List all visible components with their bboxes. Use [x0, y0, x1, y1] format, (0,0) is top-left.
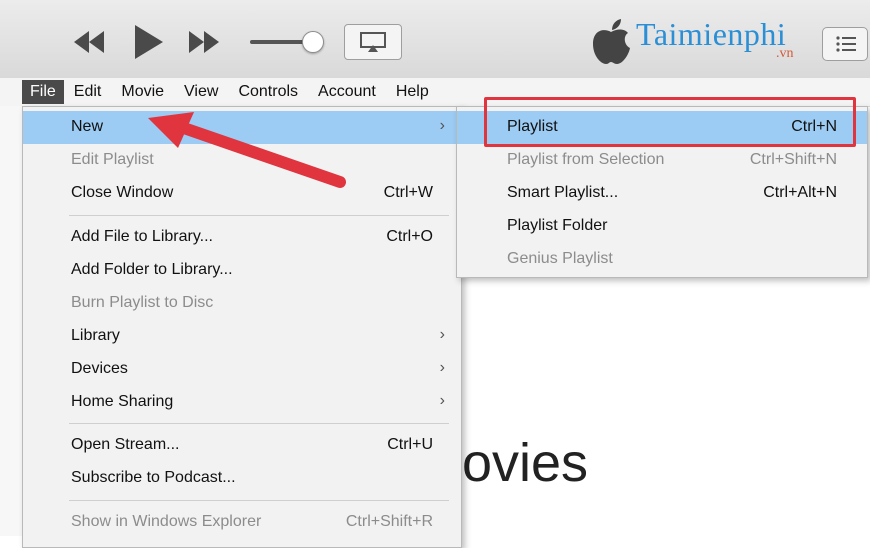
- menu-item-label: Open Stream...: [71, 436, 180, 453]
- menu-item-label: Playlist from Selection: [507, 151, 665, 168]
- list-view-icon[interactable]: [822, 27, 868, 61]
- play-icon[interactable]: [130, 24, 166, 60]
- menu-help[interactable]: Help: [386, 80, 439, 104]
- chevron-right-icon: ›: [439, 359, 445, 376]
- menu-item-shortcut: Ctrl+Alt+N: [763, 184, 837, 201]
- menu-item-devices[interactable]: Devices ›: [23, 353, 461, 386]
- submenu-item-genius-playlist: Genius Playlist: [457, 243, 867, 276]
- menu-item-label: Add Folder to Library...: [71, 261, 233, 278]
- submenu-item-playlist-from-selection: Playlist from Selection Ctrl+Shift+N: [457, 144, 867, 177]
- annotation-highlight-box: [484, 97, 856, 147]
- menu-item-shortcut: Ctrl+W: [383, 184, 433, 201]
- menu-separator: [69, 500, 449, 501]
- fast-forward-icon[interactable]: [185, 28, 223, 56]
- menu-item-add-file[interactable]: Add File to Library... Ctrl+O: [23, 221, 461, 254]
- menu-item-label: Add File to Library...: [71, 228, 213, 245]
- volume-slider-knob[interactable]: [302, 31, 324, 53]
- submenu-item-smart-playlist[interactable]: Smart Playlist... Ctrl+Alt+N: [457, 177, 867, 210]
- menu-separator: [69, 215, 449, 216]
- chevron-right-icon: ›: [439, 326, 445, 343]
- menu-item-label: Subscribe to Podcast...: [71, 469, 236, 486]
- toolbar: Taimienphi .vn: [0, 0, 870, 79]
- menu-item-label: Smart Playlist...: [507, 184, 619, 201]
- menu-item-shortcut: Ctrl+U: [387, 436, 433, 453]
- menu-controls[interactable]: Controls: [228, 80, 308, 104]
- rewind-icon[interactable]: [70, 28, 108, 56]
- menu-movie[interactable]: Movie: [111, 80, 174, 104]
- menu-item-label: Home Sharing: [71, 393, 174, 410]
- menu-item-label: Burn Playlist to Disc: [71, 294, 214, 311]
- menu-item-shortcut: Ctrl+O: [386, 228, 433, 245]
- brand-logo-text: Taimienphi: [636, 16, 787, 52]
- menu-item-show-in-explorer: Show in Windows Explorer Ctrl+Shift+R: [23, 506, 461, 539]
- menu-account[interactable]: Account: [308, 80, 386, 104]
- menu-item-shortcut: Ctrl+Shift+R: [345, 513, 433, 530]
- chevron-right-icon: ›: [439, 117, 445, 134]
- menu-item-label: Genius Playlist: [507, 250, 613, 267]
- submenu-item-playlist-folder[interactable]: Playlist Folder: [457, 210, 867, 243]
- menu-item-subscribe-podcast[interactable]: Subscribe to Podcast...: [23, 462, 461, 495]
- brand-logo-suffix: .vn: [776, 46, 794, 61]
- menu-edit[interactable]: Edit: [64, 80, 112, 104]
- menu-item-open-stream[interactable]: Open Stream... Ctrl+U: [23, 429, 461, 462]
- menu-view[interactable]: View: [174, 80, 228, 104]
- menu-item-label: New: [71, 118, 104, 135]
- menu-item-burn-playlist: Burn Playlist to Disc: [23, 287, 461, 320]
- menu-item-label: Playlist Folder: [507, 217, 608, 234]
- chevron-right-icon: ›: [439, 392, 445, 409]
- menu-item-label: Devices: [71, 360, 128, 377]
- menu-item-label: Show in Windows Explorer: [71, 513, 262, 530]
- menu-item-shortcut: Ctrl+Shift+N: [749, 151, 837, 168]
- window-left-edge: [0, 106, 22, 536]
- menu-item-home-sharing[interactable]: Home Sharing ›: [23, 386, 461, 419]
- menu-item-library[interactable]: Library ›: [23, 320, 461, 353]
- menu-item-label: Library: [71, 327, 120, 344]
- airplay-icon[interactable]: [344, 24, 402, 60]
- menu-file[interactable]: File: [22, 80, 64, 104]
- menu-separator: [69, 423, 449, 424]
- annotation-arrow-icon: [148, 112, 346, 188]
- apple-logo: [590, 18, 632, 64]
- menu-item-add-folder[interactable]: Add Folder to Library...: [23, 254, 461, 287]
- background-heading: ovies: [462, 433, 589, 493]
